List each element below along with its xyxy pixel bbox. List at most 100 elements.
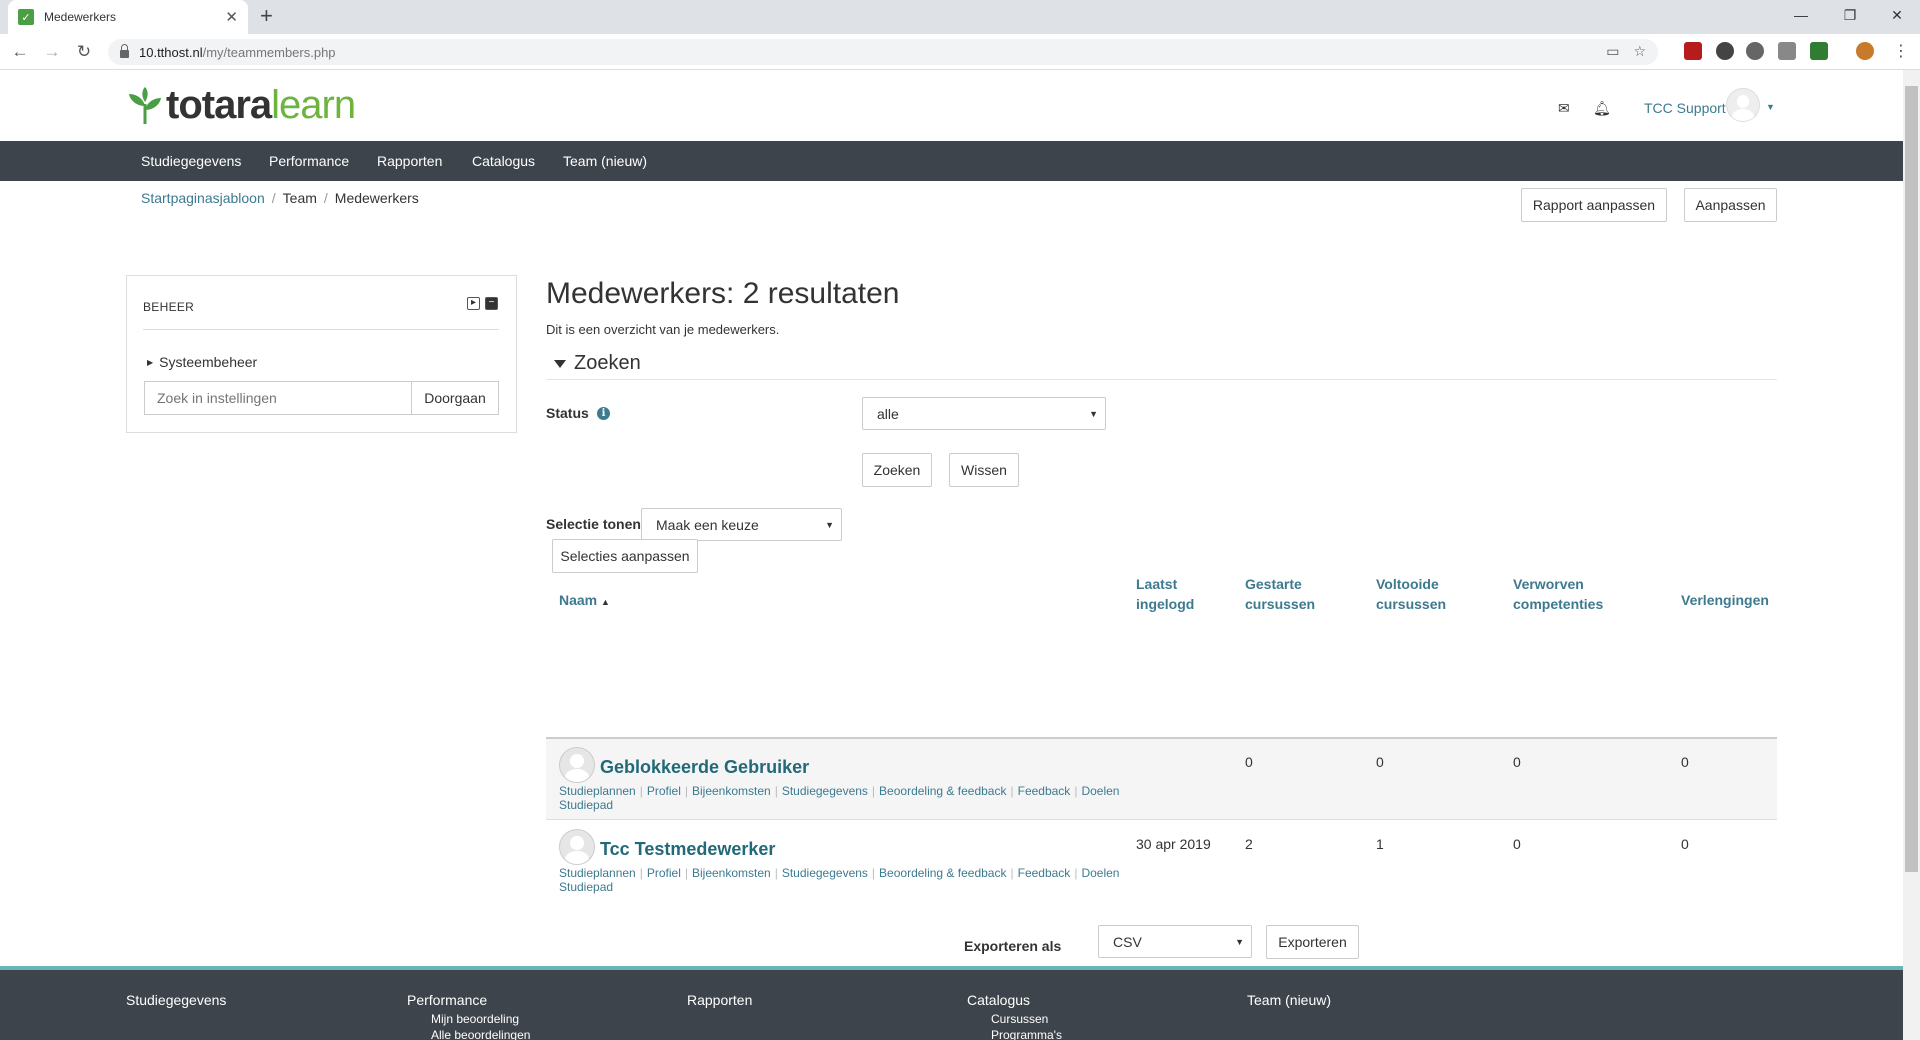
link-studieplannen[interactable]: Studieplannen — [559, 784, 636, 798]
link-studiegegevens[interactable]: Studiegegevens — [782, 866, 868, 880]
notifications-bell-icon[interactable]: 🔔︎ — [1593, 100, 1611, 117]
customize-button[interactable]: Aanpassen — [1684, 188, 1777, 222]
footer-catalogus[interactable]: Catalogus — [967, 992, 1030, 1008]
footer-cursussen[interactable]: Cursussen — [991, 1012, 1048, 1026]
link-doelen[interactable]: Doelen — [1081, 784, 1119, 798]
link-beoordeling-feedback[interactable]: Beoordeling & feedback — [879, 784, 1006, 798]
address-bar[interactable]: 10.tthost.nl/my/teammembers.php ▭ ☆ — [108, 39, 1658, 65]
footer-studiegegevens[interactable]: Studiegegevens — [126, 992, 226, 1008]
link-profiel[interactable]: Profiel — [647, 866, 681, 880]
messages-icon[interactable]: ✉ — [1558, 100, 1570, 117]
column-header-completed[interactable]: Voltooide cursussen — [1376, 574, 1446, 614]
footer-rapporten[interactable]: Rapporten — [687, 992, 752, 1008]
search-button[interactable]: Zoeken — [862, 453, 932, 487]
scrollbar-thumb[interactable] — [1905, 86, 1918, 872]
back-icon[interactable]: ← — [8, 40, 32, 64]
export-format-value: CSV — [1113, 933, 1142, 950]
column-header-earned[interactable]: Verworven competenties — [1513, 574, 1603, 614]
extension-circle-icon[interactable] — [1716, 42, 1734, 60]
show-selection-select[interactable]: Maak een keuze ▼ — [641, 508, 842, 541]
tree-item-systeembeheer[interactable]: ▶ Systeembeheer — [147, 354, 257, 370]
nav-performance[interactable]: Performance — [269, 153, 349, 169]
column-header-extensions[interactable]: Verlengingen — [1681, 590, 1769, 610]
footer-alle-beoordelingen[interactable]: Alle beoordelingen — [431, 1028, 530, 1040]
nav-team-nieuw[interactable]: Team (nieuw) — [563, 153, 647, 169]
export-button[interactable]: Exporteren — [1266, 925, 1359, 959]
header-line: cursussen — [1245, 596, 1316, 612]
footer-mijn-beoordeling[interactable]: Mijn beoordeling — [431, 1012, 519, 1026]
link-studiepad[interactable]: Studiepad — [559, 880, 613, 894]
link-feedback[interactable]: Feedback — [1018, 866, 1071, 880]
restore-icon[interactable]: ❐ — [1827, 0, 1873, 30]
footer-team-nieuw[interactable]: Team (nieuw) — [1247, 992, 1331, 1008]
admin-block: BEHEER ▸ − ▶ Systeembeheer Doorgaan — [126, 275, 517, 433]
export-format-select[interactable]: CSV ▼ — [1098, 925, 1252, 958]
cell-last-login: 30 apr 2019 — [1136, 836, 1211, 852]
link-studieplannen[interactable]: Studieplannen — [559, 866, 636, 880]
user-name-link[interactable]: Geblokkeerde Gebruiker — [600, 757, 809, 778]
new-tab-icon[interactable]: + — [260, 5, 273, 27]
user-menu-name[interactable]: TCC Support — [1644, 100, 1726, 116]
footer-performance[interactable]: Performance — [407, 992, 487, 1008]
header-line: Verworven — [1513, 576, 1584, 592]
footer-programmas[interactable]: Programma's — [991, 1028, 1062, 1040]
report-customize-button[interactable]: Rapport aanpassen — [1521, 188, 1667, 222]
breadcrumb: Startpaginasjabloon / Team / Medewerkers — [141, 190, 419, 206]
link-studiepad[interactable]: Studiepad — [559, 798, 613, 812]
cell-started: 0 — [1245, 754, 1253, 770]
nav-studiegegevens[interactable]: Studiegegevens — [141, 153, 241, 169]
dock-block-icon[interactable]: ▸ — [467, 297, 480, 310]
tab-close-icon[interactable]: ✕ — [225, 8, 238, 26]
minimize-icon[interactable]: — — [1778, 0, 1824, 30]
browser-tab[interactable]: ✓ Medewerkers ✕ — [8, 0, 248, 34]
link-profiel[interactable]: Profiel — [647, 784, 681, 798]
search-legend-toggle[interactable]: Zoeken — [554, 352, 641, 375]
camera-extension-icon[interactable] — [1778, 42, 1796, 60]
totara-logo[interactable]: totaralearn — [126, 83, 356, 128]
settings-search-input[interactable] — [144, 381, 412, 415]
chevron-down-icon: ▼ — [1089, 408, 1098, 419]
profile-avatar-icon[interactable] — [1856, 42, 1874, 60]
user-avatar[interactable] — [1726, 88, 1760, 122]
link-studiegegevens[interactable]: Studiegegevens — [782, 784, 868, 798]
settings-search-button[interactable]: Doorgaan — [411, 381, 499, 415]
url-path: /my/teammembers.php — [202, 44, 336, 60]
url-host: 10.tthost.nl — [139, 44, 203, 60]
clear-button[interactable]: Wissen — [949, 453, 1019, 487]
link-bijeenkomsten[interactable]: Bijeenkomsten — [692, 866, 771, 880]
user-avatar[interactable] — [559, 829, 595, 865]
reload-icon[interactable]: ↻ — [72, 40, 96, 64]
cast-icon[interactable]: ▭ — [1606, 43, 1619, 60]
edit-selections-button[interactable]: Selecties aanpassen — [552, 539, 698, 573]
status-select[interactable]: alle ▼ — [862, 397, 1106, 430]
user-links: Studieplannen | Profiel | Bijeenkomsten | Stud… — [559, 784, 1119, 812]
main-navigation: Studiegegevens Performance Rapporten Cat… — [0, 141, 1903, 181]
info-icon[interactable]: i — [597, 407, 610, 420]
nav-catalogus[interactable]: Catalogus — [472, 153, 535, 169]
column-header-last-login[interactable]: Laatst ingelogd — [1136, 574, 1194, 614]
bookmark-star-icon[interactable]: ☆ — [1633, 43, 1646, 60]
breadcrumb-separator: / — [271, 190, 276, 206]
header-line: competenties — [1513, 596, 1604, 612]
browser-menu-icon[interactable]: ⋮ — [1893, 41, 1909, 61]
user-name-link[interactable]: Tcc Testmedewerker — [600, 839, 775, 860]
nav-rapporten[interactable]: Rapporten — [377, 153, 442, 169]
totara-favicon-icon: ✓ — [18, 9, 34, 25]
pdf-extension-icon[interactable] — [1684, 42, 1702, 60]
user-avatar[interactable] — [559, 747, 595, 783]
forward-icon[interactable]: → — [40, 40, 64, 64]
column-header-name[interactable]: Naam ▲ — [559, 590, 610, 612]
column-header-started[interactable]: Gestarte cursussen — [1245, 574, 1315, 614]
link-feedback[interactable]: Feedback — [1018, 784, 1071, 798]
breadcrumb-home[interactable]: Startpaginasjabloon — [141, 190, 265, 206]
link-bijeenkomsten[interactable]: Bijeenkomsten — [692, 784, 771, 798]
link-doelen[interactable]: Doelen — [1081, 866, 1119, 880]
link-separator: | — [871, 866, 876, 880]
window-close-icon[interactable]: ✕ — [1874, 0, 1920, 30]
collapse-block-icon[interactable]: − — [485, 297, 498, 310]
green-extension-icon[interactable] — [1810, 42, 1828, 60]
extension-globe-icon[interactable] — [1746, 42, 1764, 60]
link-beoordeling-feedback[interactable]: Beoordeling & feedback — [879, 866, 1006, 880]
user-menu-caret-icon[interactable]: ▼ — [1766, 102, 1775, 112]
breadcrumb-team[interactable]: Team — [283, 190, 317, 206]
